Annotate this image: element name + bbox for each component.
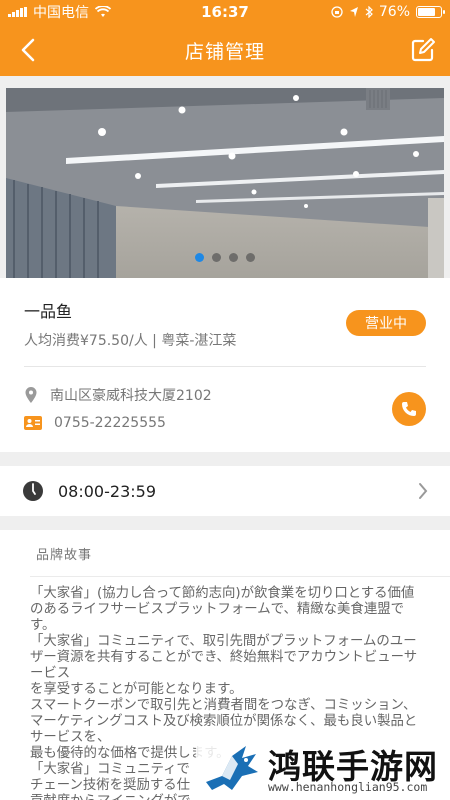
status-badge: 营业中 <box>346 310 426 336</box>
chevron-left-icon <box>21 38 35 62</box>
business-hours: 08:00-23:59 <box>58 481 156 501</box>
location-pin-icon <box>25 387 37 403</box>
carousel-dot[interactable] <box>195 253 204 262</box>
clock: 16:37 <box>201 3 249 21</box>
call-button[interactable] <box>392 392 426 426</box>
battery-icon <box>416 6 446 18</box>
bluetooth-icon <box>365 6 373 18</box>
carousel-dot[interactable] <box>212 253 221 262</box>
brand-story-title: 品牌故事 <box>36 548 93 563</box>
business-hours-row[interactable]: 08:00-23:59 <box>0 466 450 516</box>
status-bar: 中国电信 16:37 76% <box>0 0 450 24</box>
nav-bar: 店铺管理 <box>0 24 450 76</box>
edit-button[interactable] <box>410 37 438 65</box>
back-button[interactable] <box>14 36 42 64</box>
signal-icon <box>8 7 27 17</box>
edit-icon <box>411 38 435 62</box>
carousel-indicator[interactable] <box>6 253 444 262</box>
divider <box>30 576 450 577</box>
divider <box>24 366 426 367</box>
carousel-dot[interactable] <box>246 253 255 262</box>
contact-card-icon <box>24 416 42 430</box>
address-row: 南山区豪威科技大厦2102 <box>24 385 212 405</box>
store-info-card: 一品鱼 人均消费¥75.50/人 | 粤菜-湛江菜 营业中 南山区豪威科技大厦2… <box>0 278 450 452</box>
wifi-icon <box>95 6 111 17</box>
store-address: 南山区豪威科技大厦2102 <box>50 388 212 404</box>
watermark-url: www.henanhonglian95.com <box>268 780 428 794</box>
store-photo-carousel[interactable] <box>6 88 444 278</box>
store-interior-photo <box>6 88 444 278</box>
bull-logo-icon <box>206 746 258 790</box>
clock-icon <box>23 481 43 501</box>
carousel-dot[interactable] <box>229 253 238 262</box>
phone-row: 0755-22225555 <box>24 415 166 431</box>
battery-percent: 76% <box>378 4 411 20</box>
location-icon <box>349 7 358 17</box>
rotation-lock-icon <box>331 6 343 18</box>
carrier-label: 中国电信 <box>33 5 89 21</box>
store-phone: 0755-22225555 <box>54 415 166 431</box>
watermark: 鸿联手游网 www.henanhonglian95.com <box>196 738 450 800</box>
page-title: 店铺管理 <box>184 40 265 63</box>
store-name: 一品鱼 <box>24 302 73 321</box>
phone-icon <box>402 402 416 416</box>
store-meta: 人均消费¥75.50/人 | 粤菜-湛江菜 <box>24 333 237 349</box>
chevron-right-icon <box>419 483 428 499</box>
